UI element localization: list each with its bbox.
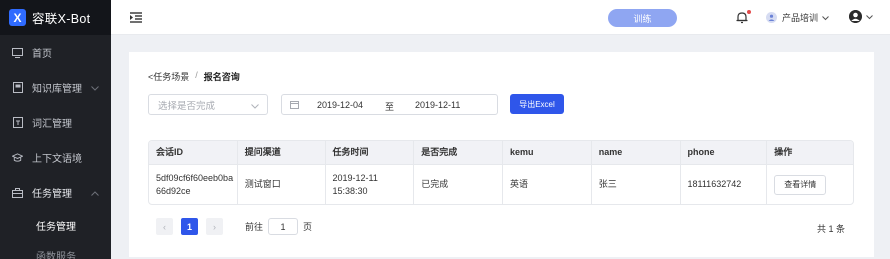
cell-completed: 已完成 [414, 165, 503, 204]
sidebar-item-vocabulary[interactable]: 词汇管理 [0, 105, 111, 140]
graduation-cap-icon [12, 152, 23, 163]
user-avatar-menu[interactable] [849, 10, 873, 23]
total-count: 共 1 条 [816, 224, 845, 234]
sidebar-subitem-function-service[interactable]: 函数服务 [0, 240, 111, 259]
page-number-button[interactable]: 1 [181, 218, 198, 235]
sessions-table: 会话ID 提问渠道 任务时间 是否完成 kemu name phone 操作 5… [148, 140, 854, 205]
breadcrumb-back-link[interactable]: <任务场景 [148, 70, 189, 83]
pagination: ‹ 1 › 前往 1 页 [156, 218, 312, 235]
sidebar-item-label: 知识库管理 [32, 84, 82, 95]
calendar-icon [290, 100, 299, 109]
date-end-input[interactable]: 2019-12-11 [415, 100, 460, 110]
vocabulary-icon [12, 117, 23, 128]
sidebar: X 容联X-Bot 首页 知识库管理 词汇管理 上下文语境 任务管理 任务管理 … [0, 0, 111, 259]
prev-page-button[interactable]: ‹ [156, 218, 173, 235]
brand[interactable]: X 容联X-Bot [0, 0, 111, 35]
cell-channel: 测试窗口 [238, 165, 326, 204]
chevron-down-icon [251, 101, 259, 112]
date-range-separator: 至 [385, 102, 395, 112]
export-excel-button[interactable]: 导出Excel [510, 94, 564, 114]
goto-page-input[interactable]: 1 [268, 218, 299, 235]
notification-dot [747, 10, 751, 14]
bell-icon[interactable] [736, 11, 748, 24]
content-card: <任务场景 / 报名咨询 选择是否完成 2019-12-04 至 2019-12… [129, 52, 874, 257]
chevron-down-icon [91, 83, 99, 94]
goto-page: 前往 1 页 [245, 218, 312, 235]
sidebar-item-label: 首页 [32, 49, 52, 60]
chevron-up-icon [91, 188, 99, 199]
column-header: 提问渠道 [238, 141, 326, 164]
column-header: 任务时间 [326, 141, 415, 164]
goto-label: 前往 [245, 222, 264, 232]
table-row: 5df09cf6f60eeb0ba66d92ce 测试窗口 2019-12-11… [149, 165, 853, 204]
table-header: 会话ID 提问渠道 任务时间 是否完成 kemu name phone 操作 [149, 141, 853, 165]
brand-name: 容联X-Bot [32, 12, 91, 26]
cell-kemu: 英语 [503, 165, 592, 204]
cell-phone: 18111632742 [681, 165, 768, 204]
brand-logo: X [9, 9, 26, 26]
sidebar-item-home[interactable]: 首页 [0, 35, 111, 70]
briefcase-icon [12, 187, 23, 198]
avatar [849, 10, 862, 23]
date-range-picker[interactable]: 2019-12-04 至 2019-12-11 [281, 94, 498, 115]
chevron-down-icon [866, 12, 873, 22]
column-header: 操作 [774, 147, 793, 157]
breadcrumb: <任务场景 / 报名咨询 [148, 70, 240, 83]
column-header: 是否完成 [414, 141, 503, 164]
sidebar-item-knowledge-base[interactable]: 知识库管理 [0, 70, 111, 105]
sidebar-subitem-task-management[interactable]: 任务管理 [0, 210, 111, 240]
monitor-icon [12, 47, 23, 58]
select-placeholder: 选择是否完成 [158, 100, 216, 112]
book-icon [12, 82, 23, 93]
sidebar-item-context[interactable]: 上下文语境 [0, 140, 111, 175]
workspace-label: 产品培训 [782, 13, 819, 23]
breadcrumb-current: 报名咨询 [203, 72, 240, 82]
sidebar-item-task-management[interactable]: 任务管理 [0, 175, 111, 210]
workspace-icon [766, 12, 777, 23]
sidebar-item-label: 词汇管理 [32, 119, 72, 130]
column-header: kemu [503, 141, 592, 164]
date-start-input[interactable]: 2019-12-04 [317, 100, 363, 110]
cell-name: 张三 [592, 165, 681, 204]
breadcrumb-separator: / [195, 70, 198, 80]
chevron-down-icon [822, 13, 829, 23]
view-details-button[interactable]: 查看详情 [774, 174, 827, 195]
cell-task-time: 2019-12-11 15:38:30 [326, 165, 415, 204]
column-header: phone [681, 141, 768, 164]
column-header: 会话ID [149, 141, 238, 164]
next-page-button[interactable]: › [206, 218, 223, 235]
topbar: 训练 产品培训 [111, 0, 890, 35]
cell-session-id: 5df09cf6f60eeb0ba66d92ce [149, 165, 238, 204]
sidebar-item-label: 任务管理 [32, 189, 72, 200]
train-button[interactable]: 训练 [608, 9, 677, 27]
workspace-menu[interactable]: 产品培训 [766, 11, 829, 24]
page-unit-label: 页 [303, 222, 313, 232]
sidebar-item-label: 上下文语境 [32, 154, 82, 165]
column-header: name [592, 141, 681, 164]
collapse-menu-icon[interactable] [130, 12, 142, 23]
cell-action: 查看详情 [767, 165, 853, 204]
completion-status-select[interactable]: 选择是否完成 [148, 94, 268, 115]
